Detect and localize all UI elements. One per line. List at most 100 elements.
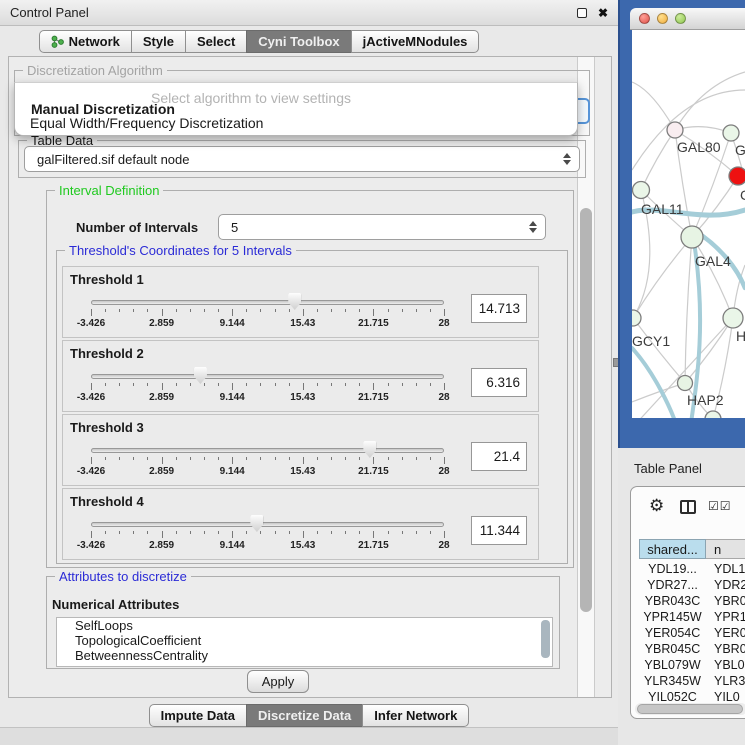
list-scrollbar-thumb[interactable] xyxy=(541,620,550,658)
network-node-GCY1[interactable] xyxy=(632,310,641,326)
cell-name: YLR3 xyxy=(706,674,745,688)
numerical-attributes-label: Numerical Attributes xyxy=(52,597,179,612)
slider-tick-label: -3.426 xyxy=(66,392,116,403)
threshold-value-field[interactable]: 11.344 xyxy=(471,516,527,545)
tab-select[interactable]: Select xyxy=(185,30,247,53)
combo-spinner-icon xyxy=(529,221,537,233)
threshold-slider-handle[interactable] xyxy=(363,441,376,458)
table-rows: YDL19...YDL1YDR27...YDR2YBR043CYBR0YPR14… xyxy=(639,561,745,702)
zoom-traffic-light[interactable] xyxy=(675,13,686,24)
column-header-name[interactable]: n xyxy=(706,539,745,559)
slider-tick-label: 2.859 xyxy=(137,318,187,329)
interval-group-title: Interval Definition xyxy=(55,183,163,198)
attributes-group-title: Attributes to discretize xyxy=(55,569,191,584)
threshold-slider-handle[interactable] xyxy=(194,367,207,384)
tab-impute-data[interactable]: Impute Data xyxy=(149,704,247,727)
slider-tick-label: 28 xyxy=(419,318,469,329)
slider-tick-label: 2.859 xyxy=(137,540,187,551)
panel-scrollbar-thumb[interactable] xyxy=(580,208,592,612)
network-node-bottom-node[interactable] xyxy=(705,411,721,418)
numerical-attributes-list[interactable]: SelfLoopsTopologicalCoefficientBetweenne… xyxy=(56,617,553,667)
gear-icon[interactable]: ⚙ xyxy=(649,496,664,516)
attribute-list-item[interactable]: SelfLoops xyxy=(57,618,552,633)
cell-shared-name: YIL052C xyxy=(639,690,706,702)
network-window-titlebar[interactable] xyxy=(630,8,745,30)
network-node-H-node[interactable] xyxy=(723,308,743,328)
algorithm-group-title: Discretization Algorithm xyxy=(23,63,167,78)
cell-shared-name: YBL079W xyxy=(639,658,706,672)
threshold-slider-track[interactable] xyxy=(91,522,444,527)
threshold-value-field[interactable]: 6.316 xyxy=(471,368,527,397)
network-edge xyxy=(633,237,692,318)
threshold-value-field[interactable]: 14.713 xyxy=(471,294,527,323)
float-window-icon[interactable] xyxy=(577,8,587,18)
network-node-GAL11[interactable] xyxy=(633,182,650,199)
threshold-slider-track[interactable] xyxy=(91,300,444,305)
attribute-list-item[interactable]: TopologicalCoefficient xyxy=(57,633,552,648)
slider-tick-label: 9.144 xyxy=(207,318,257,329)
slider-ticks xyxy=(91,309,444,317)
threshold-value-field[interactable]: 21.4 xyxy=(471,442,527,471)
slider-tick-label: 9.144 xyxy=(207,466,257,477)
cell-name: YER0 xyxy=(706,626,745,640)
tab-network[interactable]: Network xyxy=(39,30,132,53)
select-columns-checkbox-icons[interactable]: ☑☑ xyxy=(708,499,732,513)
cell-name: YDR2 xyxy=(706,578,745,592)
network-node-node-top-right[interactable] xyxy=(723,125,739,141)
apply-button[interactable]: Apply xyxy=(247,670,309,693)
threshold-3-block: Threshold 3 -3.4262.8599.14415.4321.7152… xyxy=(62,414,539,486)
number-of-intervals-combo[interactable]: 5 xyxy=(218,214,546,240)
table-row[interactable]: YER054CYER0 xyxy=(639,625,745,641)
tab-label: Select xyxy=(197,34,235,49)
number-of-intervals-value: 5 xyxy=(231,220,529,235)
thresholds-group-title: Threshold's Coordinates for 5 Intervals xyxy=(65,243,296,258)
network-node-HAP2[interactable] xyxy=(678,376,693,391)
table-hscrollbar-thumb[interactable] xyxy=(637,704,743,714)
slider-tick-label: -3.426 xyxy=(66,466,116,477)
close-traffic-light[interactable] xyxy=(639,13,650,24)
control-panel: Control Panel ✖ NetworkStyleSelectCyni T… xyxy=(0,0,618,745)
threshold-slider-track[interactable] xyxy=(91,374,444,379)
column-header-shared-name[interactable]: shared... xyxy=(639,539,706,559)
table-row[interactable]: YBR043CYBR0 xyxy=(639,593,745,609)
tab-jactivemnodules[interactable]: jActiveMNodules xyxy=(351,30,480,53)
table-hscrollbar-track[interactable] xyxy=(635,703,745,715)
network-edge xyxy=(675,72,745,130)
cell-shared-name: YBR043C xyxy=(639,594,706,608)
algorithm-option-1[interactable]: Manual Discretization xyxy=(31,102,175,116)
network-node-GAL4[interactable] xyxy=(681,226,703,248)
table-data-combo[interactable]: galFiltered.sif default node xyxy=(24,146,580,172)
threshold-4-block: Threshold 4 -3.4262.8599.14415.4321.7152… xyxy=(62,488,539,560)
tab-discretize-data[interactable]: Discretize Data xyxy=(246,704,363,727)
slider-tick-label: 21.715 xyxy=(348,392,398,403)
table-row[interactable]: YIL052CYIL0 xyxy=(639,689,745,702)
slider-tick-labels: -3.4262.8599.14415.4321.71528 xyxy=(91,392,444,404)
tab-infer-network[interactable]: Infer Network xyxy=(362,704,469,727)
threshold-slider-handle[interactable] xyxy=(288,293,301,310)
table-row[interactable]: YDR27...YDR2 xyxy=(639,577,745,593)
columns-icon[interactable] xyxy=(680,500,696,514)
threshold-slider-handle[interactable] xyxy=(250,515,263,532)
network-edge xyxy=(632,82,675,130)
table-row[interactable]: YBL079WYBL0 xyxy=(639,657,745,673)
network-node-label: GAL80 xyxy=(677,139,721,155)
table-row[interactable]: YBR045CYBR0 xyxy=(639,641,745,657)
table-row[interactable]: YLR345WYLR3 xyxy=(639,673,745,689)
tab-style[interactable]: Style xyxy=(131,30,186,53)
algorithm-option-2[interactable]: Equal Width/Frequency Discretization xyxy=(30,116,263,130)
threshold-2-block: Threshold 2 -3.4262.8599.14415.4321.7152… xyxy=(62,340,539,412)
threshold-slider-track[interactable] xyxy=(91,448,444,453)
tab-cyni-toolbox[interactable]: Cyni Toolbox xyxy=(246,30,351,53)
attribute-list-item[interactable]: BetweennessCentrality xyxy=(57,648,552,663)
network-node-selected-node[interactable] xyxy=(729,167,745,185)
cell-name: YBR0 xyxy=(706,594,745,608)
table-row[interactable]: YPR145WYPR1 xyxy=(639,609,745,625)
slider-tick-labels: -3.4262.8599.14415.4321.71528 xyxy=(91,318,444,330)
close-icon[interactable]: ✖ xyxy=(598,7,608,19)
network-node-label: G xyxy=(735,142,745,158)
network-view-canvas[interactable]: GAL80GCGAL11GAL4GCY1HHAP2 xyxy=(632,30,745,418)
minimize-traffic-light[interactable] xyxy=(657,13,668,24)
tab-label: Style xyxy=(143,34,174,49)
table-row[interactable]: YDL19...YDL1 xyxy=(639,561,745,577)
network-node-GAL80[interactable] xyxy=(667,122,683,138)
